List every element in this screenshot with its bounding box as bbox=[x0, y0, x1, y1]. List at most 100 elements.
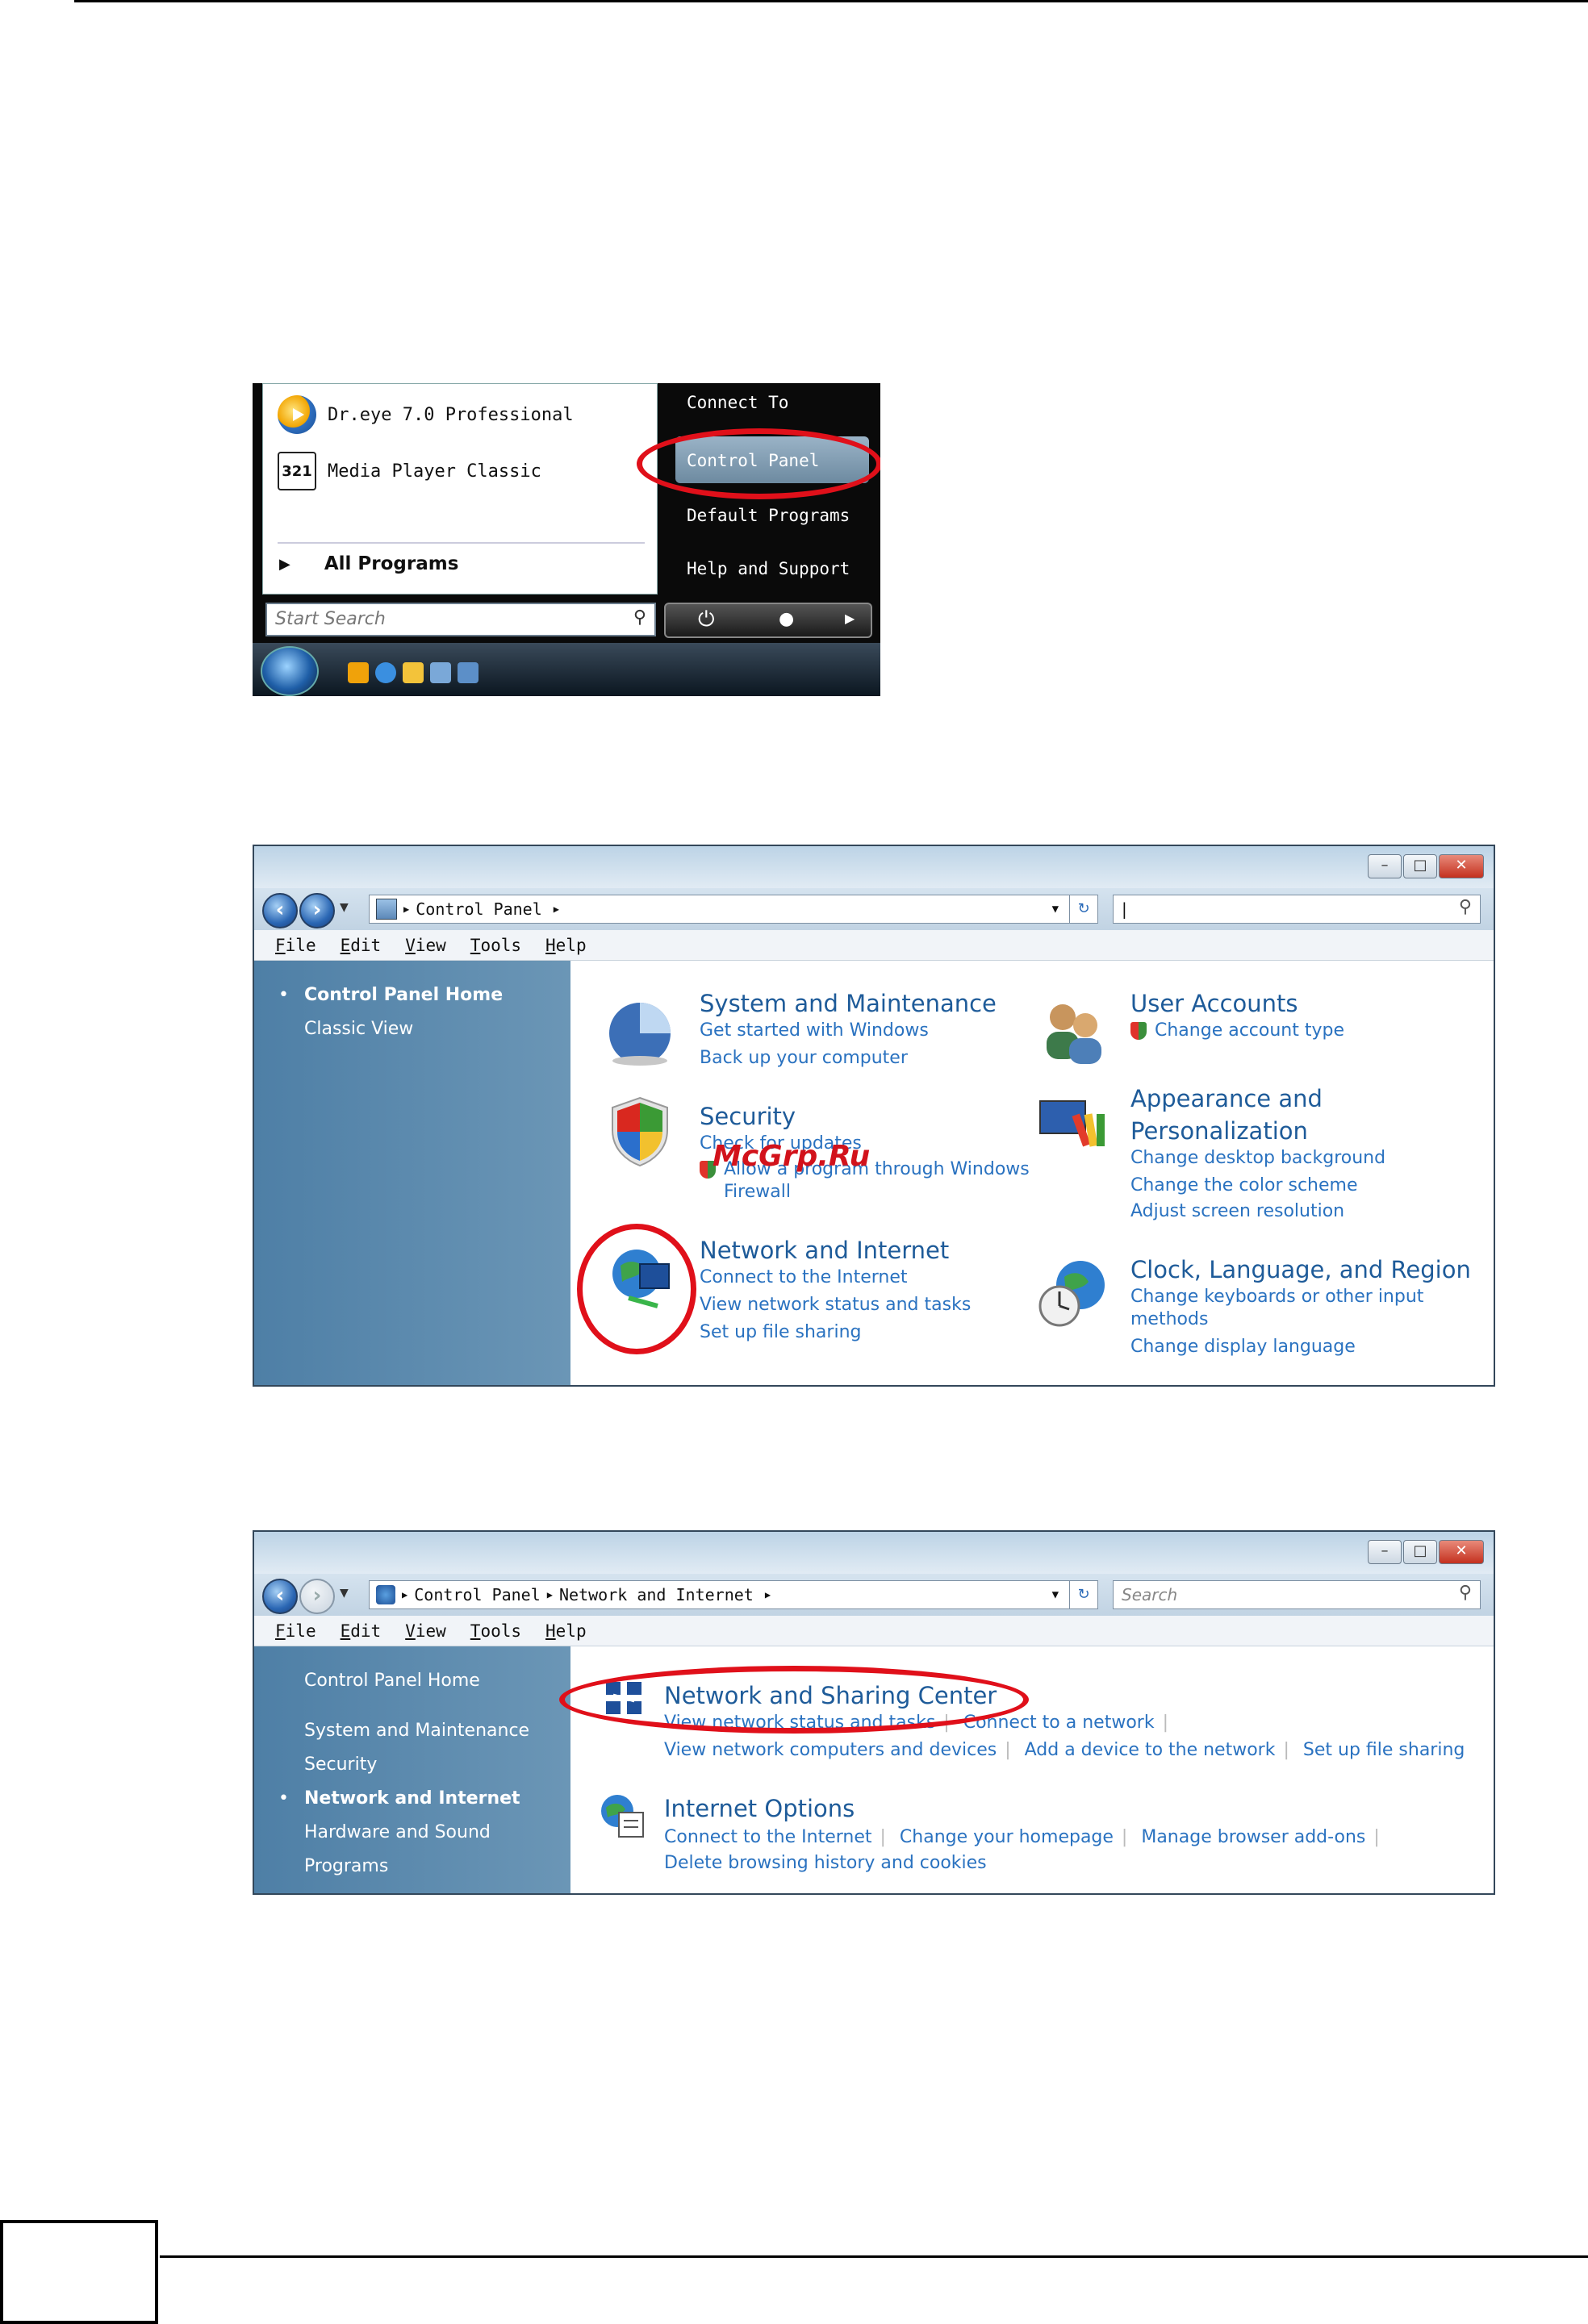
chevron-down-icon[interactable]: ▼ bbox=[1052, 903, 1059, 916]
menu-edit[interactable]: Edit bbox=[341, 1621, 382, 1641]
menu-help[interactable]: Help bbox=[545, 1621, 587, 1641]
divider bbox=[278, 542, 645, 544]
link-change-keyboards[interactable]: Change keyboards or other input bbox=[1130, 1287, 1423, 1307]
sidebar-item-programs[interactable]: Programs bbox=[304, 1856, 388, 1876]
menu-file[interactable]: File bbox=[275, 1621, 316, 1641]
close-button[interactable]: ✕ bbox=[1439, 1540, 1484, 1564]
start-menu-places-pane: Connect To Control Panel Default Program… bbox=[637, 383, 880, 593]
close-button[interactable]: ✕ bbox=[1439, 854, 1484, 878]
shield-icon bbox=[1130, 1022, 1147, 1040]
menu-view[interactable]: View bbox=[405, 936, 446, 955]
internet-options-icon bbox=[601, 1795, 644, 1838]
power-button-icon[interactable]: ⏻ bbox=[698, 607, 715, 632]
section-internet-options[interactable]: Internet Options bbox=[664, 1795, 855, 1822]
menu-item-connect-to[interactable]: Connect To bbox=[687, 393, 788, 412]
link-screen-resolution[interactable]: Adjust screen resolution bbox=[1130, 1201, 1344, 1221]
link-methods[interactable]: methods bbox=[1130, 1309, 1208, 1329]
all-programs-button[interactable]: ▶ All Programs bbox=[279, 553, 458, 574]
address-toolbar: ‹ › ▼ ▶ Control Panel ▶ ▼ ↻ | ⚲ bbox=[254, 888, 1494, 930]
link-desktop-background[interactable]: Change desktop background bbox=[1130, 1148, 1385, 1168]
address-bar[interactable]: ▶ Control Panel ▶ Network and Internet ▶… bbox=[369, 1580, 1095, 1609]
link-connect-internet[interactable]: Connect to the Internet bbox=[664, 1827, 872, 1847]
address-toolbar: ‹ › ▼ ▶ Control Panel ▶ Network and Inte… bbox=[254, 1574, 1494, 1616]
chevron-down-icon[interactable]: ▼ bbox=[340, 901, 349, 914]
link-change-account-type[interactable]: Change account type bbox=[1155, 1020, 1344, 1041]
back-button[interactable]: ‹ bbox=[262, 893, 298, 928]
menu-edit[interactable]: Edit bbox=[341, 936, 382, 955]
minimize-button[interactable]: – bbox=[1368, 854, 1402, 878]
breadcrumb-control-panel[interactable]: Control Panel bbox=[416, 899, 542, 919]
switch-windows-icon[interactable] bbox=[458, 662, 478, 683]
menu-file[interactable]: File bbox=[275, 936, 316, 955]
search-icon: ⚲ bbox=[633, 607, 646, 628]
breadcrumb-control-panel[interactable]: Control Panel bbox=[414, 1585, 541, 1604]
link-manage-addons[interactable]: Manage browser add-ons bbox=[1141, 1827, 1365, 1847]
category-appearance-line2[interactable]: Personalization bbox=[1130, 1117, 1308, 1145]
link-connect-internet[interactable]: Connect to the Internet bbox=[700, 1267, 908, 1287]
program-item-media-player[interactable]: 321 Media Player Classic bbox=[278, 447, 541, 495]
menu-item-help-and-support[interactable]: Help and Support bbox=[687, 559, 850, 578]
link-display-language[interactable]: Change display language bbox=[1130, 1337, 1356, 1357]
link-change-homepage[interactable]: Change your homepage bbox=[900, 1827, 1114, 1847]
link-set-up-file-sharing[interactable]: Set up file sharing bbox=[1303, 1740, 1465, 1760]
menu-tools[interactable]: Tools bbox=[470, 936, 521, 955]
dreye-icon bbox=[278, 395, 316, 434]
category-appearance[interactable]: Appearance and bbox=[1130, 1085, 1323, 1112]
media-icon[interactable] bbox=[348, 662, 369, 683]
user-accounts-icon bbox=[1047, 1004, 1101, 1064]
internet-explorer-icon[interactable] bbox=[375, 662, 396, 683]
sidebar-item-control-panel-home[interactable]: Control Panel Home bbox=[304, 985, 503, 1005]
maximize-button[interactable]: □ bbox=[1403, 1540, 1437, 1564]
show-desktop-icon[interactable] bbox=[430, 662, 451, 683]
address-bar[interactable]: ▶ Control Panel ▶ ▼ bbox=[369, 895, 1095, 924]
title-bar: – □ ✕ bbox=[254, 1532, 1494, 1577]
category-user-accounts[interactable]: User Accounts bbox=[1130, 990, 1298, 1017]
chevron-right-icon[interactable]: ▶ bbox=[845, 611, 855, 626]
link-add-device[interactable]: Add a device to the network bbox=[1025, 1740, 1276, 1760]
maximize-button[interactable]: □ bbox=[1403, 854, 1437, 878]
link-get-started[interactable]: Get started with Windows bbox=[700, 1020, 929, 1041]
lock-icon[interactable]: ● bbox=[779, 609, 794, 629]
category-clock-language[interactable]: Clock, Language, and Region bbox=[1130, 1256, 1471, 1283]
menu-tools[interactable]: Tools bbox=[470, 1621, 521, 1641]
chevron-right-icon: ▶ bbox=[279, 555, 290, 573]
category-security[interactable]: Security bbox=[700, 1103, 796, 1130]
category-system-maintenance[interactable]: System and Maintenance bbox=[700, 990, 997, 1017]
search-input[interactable]: | ⚲ bbox=[1113, 895, 1481, 924]
sidebar-item-control-panel-home[interactable]: Control Panel Home bbox=[304, 1671, 480, 1691]
menu-item-default-programs[interactable]: Default Programs bbox=[687, 506, 850, 525]
link-view-network-computers[interactable]: View network computers and devices bbox=[664, 1740, 997, 1760]
link-delete-history[interactable]: Delete browsing history and cookies bbox=[664, 1853, 987, 1873]
sidebar-item-hardware-sound[interactable]: Hardware and Sound bbox=[304, 1822, 491, 1842]
chevron-down-icon[interactable]: ▼ bbox=[1052, 1588, 1059, 1601]
link-network-status[interactable]: View network status and tasks bbox=[700, 1295, 971, 1315]
link-firewall[interactable]: Firewall bbox=[724, 1182, 791, 1202]
search-icon[interactable]: ⚲ bbox=[1459, 897, 1472, 917]
sidebar-item-security[interactable]: Security bbox=[304, 1754, 377, 1775]
back-button[interactable]: ‹ bbox=[262, 1579, 298, 1614]
program-item-dreye[interactable]: Dr.eye 7.0 Professional bbox=[278, 390, 574, 439]
control-panel-window: – □ ✕ ‹ › ▼ ▶ Control Panel ▶ ▼ ↻ | ⚲ Fi… bbox=[253, 845, 1495, 1387]
messenger-icon[interactable] bbox=[403, 662, 424, 683]
search-input[interactable]: Search ⚲ bbox=[1113, 1580, 1481, 1609]
category-network-internet[interactable]: Network and Internet bbox=[700, 1237, 949, 1264]
chevron-right-icon: ▶ bbox=[764, 1589, 771, 1600]
link-back-up[interactable]: Back up your computer bbox=[700, 1048, 908, 1068]
link-file-sharing[interactable]: Set up file sharing bbox=[700, 1322, 861, 1342]
refresh-icon[interactable]: ↻ bbox=[1069, 895, 1098, 924]
sidebar-item-network-internet[interactable]: Network and Internet bbox=[304, 1788, 520, 1809]
link-color-scheme[interactable]: Change the color scheme bbox=[1130, 1175, 1358, 1195]
breadcrumb-network-internet[interactable]: Network and Internet bbox=[559, 1585, 754, 1604]
sidebar-item-classic-view[interactable]: Classic View bbox=[304, 1019, 413, 1039]
start-menu: Dr.eye 7.0 Professional 321 Media Player… bbox=[253, 383, 880, 696]
menu-help[interactable]: Help bbox=[545, 936, 587, 955]
start-orb-icon[interactable] bbox=[261, 646, 319, 696]
chevron-down-icon[interactable]: ▼ bbox=[340, 1587, 349, 1600]
sidebar-item-system-maintenance[interactable]: System and Maintenance bbox=[304, 1721, 529, 1741]
start-search-input[interactable]: Start Search ⚲ bbox=[265, 603, 656, 636]
forward-button[interactable]: › bbox=[299, 893, 335, 928]
refresh-icon[interactable]: ↻ bbox=[1069, 1580, 1098, 1609]
search-icon[interactable]: ⚲ bbox=[1459, 1583, 1472, 1603]
menu-view[interactable]: View bbox=[405, 1621, 446, 1641]
minimize-button[interactable]: – bbox=[1368, 1540, 1402, 1564]
